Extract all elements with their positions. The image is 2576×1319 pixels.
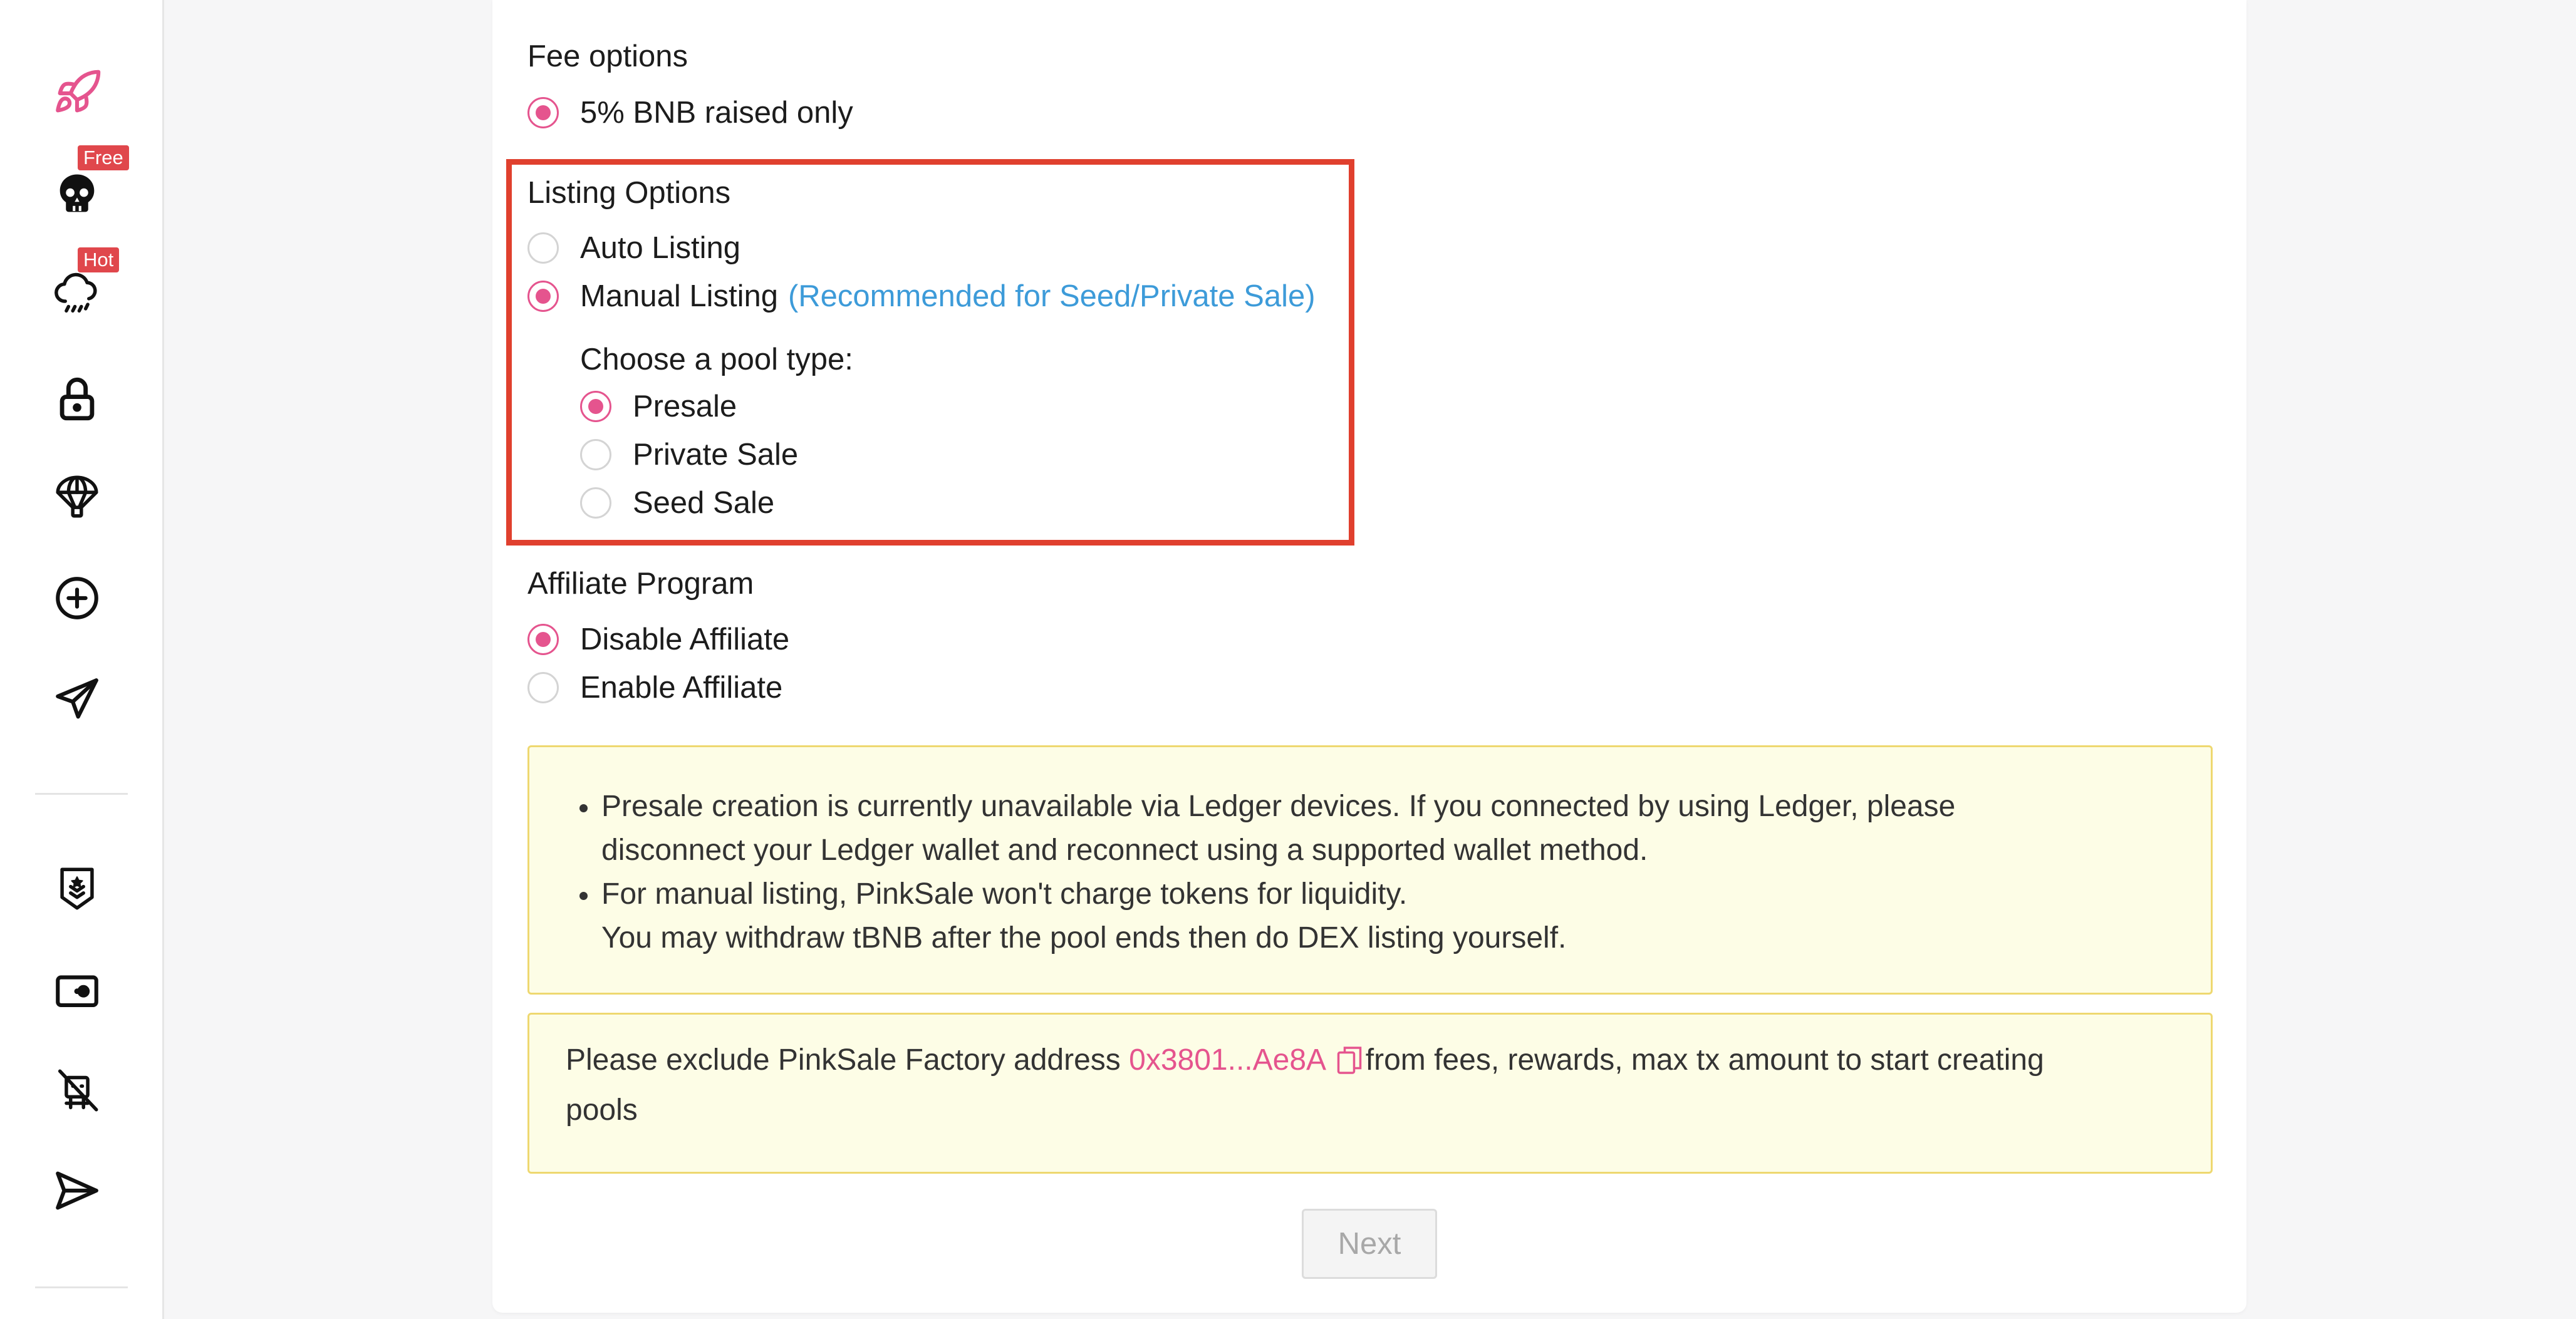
auto-listing-option[interactable]: Auto Listing [527, 230, 740, 266]
pool-type-label: Choose a pool type: [580, 343, 853, 376]
manual-listing-hint: (Recommended for Seed/Private Sale) [787, 279, 1316, 313]
disable-affiliate-option[interactable]: Disable Affiliate [527, 622, 789, 657]
pool-type-presale-label: Presale [633, 390, 737, 423]
pool-type-seed-label: Seed Sale [633, 486, 775, 520]
copy-icon[interactable] [1337, 1045, 1362, 1089]
exclude-suffix-end: pools [566, 1094, 638, 1127]
notice-list: Presale creation is currently unavailabl… [529, 785, 2211, 960]
disable-affiliate-label: Disable Affiliate [580, 623, 790, 656]
enable-affiliate-label: Enable Affiliate [580, 671, 783, 705]
manual-listing-label: Manual Listing [580, 279, 778, 313]
radio-unchecked[interactable] [580, 487, 611, 519]
sidebar-divider-bottom [35, 1286, 128, 1288]
id-card-icon[interactable] [50, 963, 104, 1017]
radio-unchecked[interactable] [527, 232, 559, 264]
no-bot-icon[interactable] [50, 1063, 104, 1117]
rank-shield-icon[interactable] [50, 862, 104, 916]
lock-icon[interactable] [50, 372, 104, 426]
sidebar: Free Hot [0, 0, 164, 1319]
notice-line: You may withdraw tBNB after the pool end… [601, 921, 1567, 954]
exclude-address-alert: Please exclude PinkSale Factory address … [527, 1013, 2213, 1174]
pool-type-private-sale[interactable]: Private Sale [580, 437, 798, 472]
rain-cloud-icon[interactable] [50, 267, 104, 321]
factory-address-link[interactable]: 0x3801...Ae8A [1129, 1043, 1324, 1077]
paper-plane-icon[interactable] [50, 673, 104, 727]
rocket-icon[interactable] [50, 66, 104, 120]
manual-listing-option[interactable]: Manual Listing (Recommended for Seed/Pri… [527, 279, 1316, 314]
hot-badge: Hot [78, 247, 120, 272]
skull-icon[interactable] [50, 168, 104, 222]
fee-options-label: Fee options [527, 39, 688, 73]
next-button[interactable]: Next [1302, 1209, 1437, 1279]
radio-checked[interactable] [527, 281, 559, 312]
pool-type-private-label: Private Sale [633, 438, 799, 472]
send-icon[interactable] [50, 1164, 104, 1218]
sidebar-divider [35, 793, 128, 795]
pool-type-presale[interactable]: Presale [580, 389, 737, 424]
plus-circle-icon[interactable] [50, 571, 104, 625]
radio-checked[interactable] [527, 624, 559, 655]
radio-checked[interactable] [580, 391, 611, 422]
affiliate-program-label: Affiliate Program [527, 567, 754, 601]
parachute-icon[interactable] [50, 470, 104, 524]
ledger-notice-alert: Presale creation is currently unavailabl… [527, 745, 2213, 995]
notice-item: For manual listing, PinkSale won't charg… [529, 872, 2211, 960]
exclude-prefix: Please exclude PinkSale Factory address [566, 1043, 1121, 1077]
notice-line: Presale creation is currently unavailabl… [601, 790, 1956, 823]
auto-listing-label: Auto Listing [580, 231, 741, 265]
radio-unchecked[interactable] [527, 672, 559, 703]
radio-checked[interactable] [527, 97, 559, 128]
free-badge: Free [78, 145, 129, 170]
notice-line: For manual listing, PinkSale won't charg… [601, 877, 1408, 911]
enable-affiliate-option[interactable]: Enable Affiliate [527, 670, 782, 705]
radio-unchecked[interactable] [580, 439, 611, 470]
notice-line: disconnect your Ledger wallet and reconn… [601, 834, 1648, 867]
exclude-suffix: from fees, rewards, max tx amount to sta… [1365, 1043, 2044, 1077]
listing-options-label: Listing Options [527, 176, 731, 210]
pool-type-seed-sale[interactable]: Seed Sale [580, 485, 774, 520]
fee-option-bnb[interactable]: 5% BNB raised only [527, 95, 853, 130]
fee-option-label: 5% BNB raised only [580, 96, 853, 130]
notice-item: Presale creation is currently unavailabl… [529, 785, 2211, 872]
